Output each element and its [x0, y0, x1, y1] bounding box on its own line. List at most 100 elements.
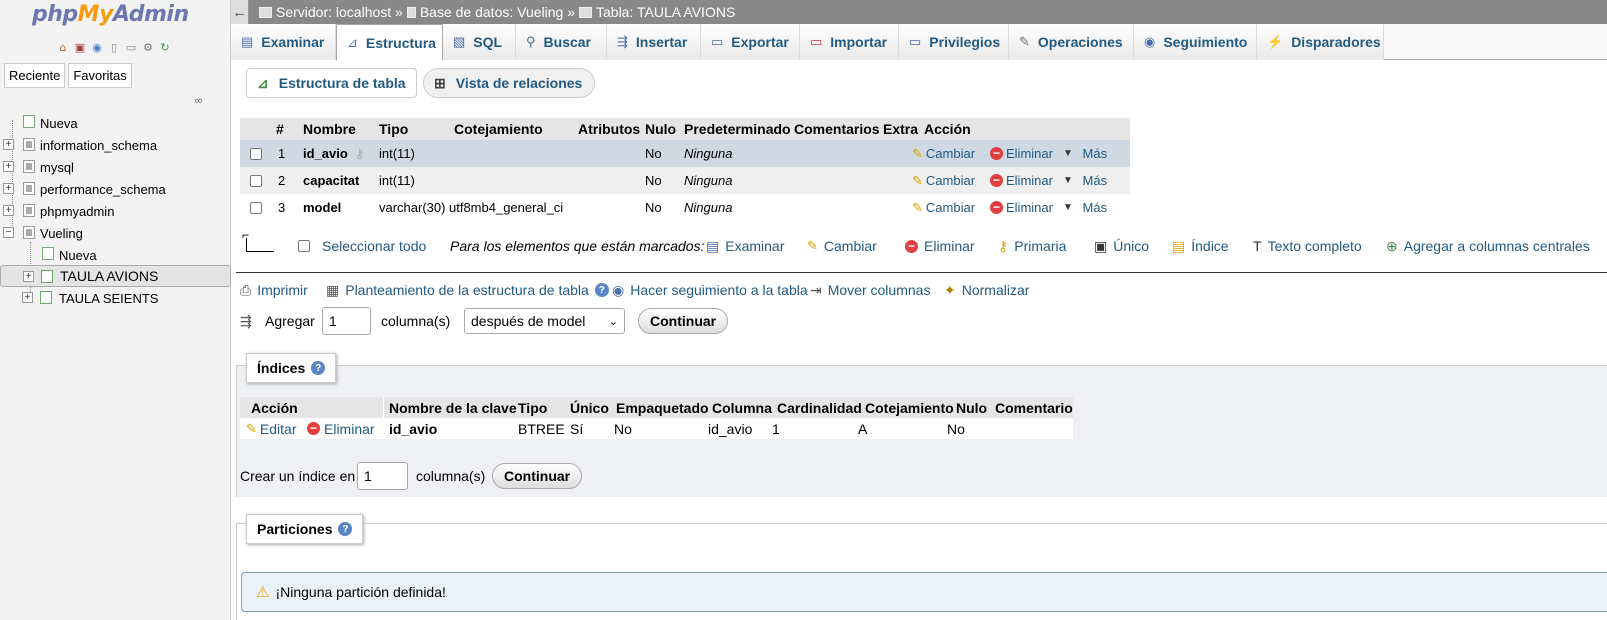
drop-button[interactable]: − Eliminar — [990, 194, 1053, 221]
index-drop-button[interactable]: − Eliminar — [307, 418, 375, 439]
idx-header-action: Acción — [251, 399, 298, 416]
tree-item-new-database[interactable]: Nueva — [0, 112, 231, 134]
normalize-link[interactable]: ✦ Normalizar — [944, 278, 1029, 302]
help-icon[interactable]: ? — [338, 522, 353, 536]
expand-icon[interactable]: + — [22, 292, 33, 303]
recent-button[interactable]: Reciente — [4, 63, 66, 88]
link-with-main-panel-icon[interactable]: ∞ — [194, 94, 203, 107]
collapse-icon[interactable]: − — [3, 227, 14, 238]
create-index-count-input[interactable]: 1 — [357, 462, 408, 490]
expand-icon[interactable]: + — [3, 161, 14, 172]
tab-triggers[interactable]: ⚡ Disparadores — [1257, 24, 1384, 60]
row-checkbox[interactable] — [250, 147, 262, 160]
tab-sql[interactable]: ▧ SQL — [443, 24, 516, 60]
add-column-continue-button[interactable]: Continuar — [638, 308, 729, 334]
header-name[interactable]: Nombre — [303, 118, 356, 140]
tab-tracking[interactable]: ◉ Seguimiento — [1134, 24, 1257, 60]
index-edit-button[interactable]: ✎ Editar — [246, 418, 296, 439]
add-column-count-input[interactable]: 1 — [322, 307, 371, 335]
tree-item-mysql[interactable]: + mysql — [0, 156, 231, 178]
home-icon[interactable]: ⌂ — [56, 40, 70, 54]
select-all-checkbox[interactable] — [298, 240, 310, 252]
expand-icon[interactable]: + — [23, 271, 34, 282]
tab-operations[interactable]: ✎ Operaciones — [1009, 24, 1134, 60]
more-button[interactable]: ▼ Más — [1063, 140, 1107, 167]
bulk-fulltext-button[interactable]: T Texto completo — [1253, 232, 1362, 260]
breadcrumb-server[interactable]: Servidor: localhost » — [276, 4, 403, 20]
row-checkbox[interactable] — [250, 174, 262, 187]
chevron-down-icon: ▼ — [1063, 148, 1073, 159]
tree-item-taula-seients[interactable]: + TAULA SEIENTS — [0, 287, 231, 309]
tree-item-phpmyadmin[interactable]: + phpmyadmin — [0, 200, 231, 222]
help-icon[interactable]: ◉ — [90, 40, 104, 54]
breadcrumb-table[interactable]: Tabla: TAULA AVIONS — [596, 4, 735, 20]
track-table-link[interactable]: ◉ Hacer seguimiento a la tabla — [612, 278, 808, 302]
header-null[interactable]: Nulo — [645, 118, 676, 140]
tree-item-performance-schema[interactable]: + performance_schema — [0, 178, 231, 200]
row-num: 1 — [278, 146, 286, 161]
subtab-relation-view[interactable]: ⊞ Vista de relaciones — [423, 68, 595, 98]
favorites-button[interactable]: Favoritas — [68, 63, 132, 88]
tab-browse[interactable]: ▤ Examinar — [231, 24, 336, 60]
tab-privileges[interactable]: ▭ Privilegios — [899, 24, 1009, 60]
table-row[interactable]: 1 id_avio ⚷ int(11) No Ninguna ✎ Cambiar … — [240, 140, 1130, 167]
table-row[interactable]: 2 capacitat int(11) No Ninguna ✎ Cambiar … — [240, 167, 1130, 194]
header-type[interactable]: Tipo — [379, 118, 408, 140]
more-button[interactable]: ▼ Más — [1063, 167, 1107, 194]
settings-icon[interactable]: ⚙ — [141, 40, 155, 54]
bulk-unique-button[interactable]: ▣ Único — [1094, 232, 1149, 260]
subtab-table-structure[interactable]: ⊿ Estructura de tabla — [246, 68, 417, 98]
phpmyadmin-logo[interactable]: phpMyAdmin — [32, 2, 189, 27]
bulk-browse-button[interactable]: ▤ Examinar — [706, 232, 784, 260]
header-attributes[interactable]: Atributos — [578, 118, 640, 140]
change-button[interactable]: ✎ Cambiar — [912, 194, 975, 221]
tree-item-taula-avions[interactable]: + TAULA AVIONS — [0, 265, 231, 287]
header-collation[interactable]: Cotejamiento — [454, 118, 543, 140]
tree-item-information-schema[interactable]: + information_schema — [0, 134, 231, 156]
tab-insert[interactable]: ⇶ Insertar — [607, 24, 701, 60]
select-all-label[interactable]: Seleccionar todo — [322, 232, 426, 260]
change-button[interactable]: ✎ Cambiar — [912, 167, 975, 194]
help-icon[interactable]: ? — [311, 361, 326, 375]
tree-item-vueling[interactable]: − Vueling — [0, 222, 231, 244]
row-checkbox[interactable] — [250, 201, 262, 214]
drop-button[interactable]: − Eliminar — [990, 167, 1053, 194]
header-comments[interactable]: Comentarios — [794, 118, 880, 140]
expand-icon[interactable]: + — [3, 183, 14, 194]
reload-icon[interactable]: ↻ — [158, 40, 172, 54]
copy-icon[interactable]: ▭ — [124, 40, 138, 54]
print-link[interactable]: ⎙ Imprimir — [240, 278, 308, 302]
breadcrumb-database[interactable]: Base de datos: Vueling » — [420, 4, 575, 20]
expand-icon[interactable]: + — [3, 139, 14, 150]
column-type: int(11) — [379, 173, 415, 188]
partitions-title: Particiones — [257, 521, 333, 537]
change-button[interactable]: ✎ Cambiar — [912, 140, 975, 167]
collapse-nav-button[interactable]: ← — [231, 0, 249, 24]
tab-import[interactable]: ▭ Importar — [800, 24, 899, 60]
header-extra[interactable]: Extra — [883, 118, 918, 140]
create-index-continue-button[interactable]: Continuar — [492, 463, 583, 489]
add-column-position-select[interactable]: después de model ⌄ — [464, 308, 625, 334]
help-icon[interactable]: ? — [594, 283, 609, 297]
bulk-index-button[interactable]: ▤ Índice — [1172, 232, 1229, 260]
exit-icon[interactable]: ▣ — [73, 40, 87, 54]
change-label: Cambiar — [925, 173, 976, 188]
indexes-table-header: Acción Nombre de la clave Tipo Único Emp… — [240, 397, 1073, 418]
docs-icon[interactable]: ▯ — [107, 40, 121, 54]
bulk-drop-button[interactable]: − Eliminar — [905, 232, 975, 260]
pencil-icon: ✎ — [912, 172, 923, 188]
move-columns-link[interactable]: ⇥ Mover columnas — [810, 278, 930, 302]
tree-item-new-table[interactable]: Nueva — [0, 244, 231, 266]
tab-structure[interactable]: ⊿ Estructura — [336, 24, 443, 61]
bulk-change-button[interactable]: ✎ Cambiar — [807, 232, 877, 260]
tab-export[interactable]: ▭ Exportar — [701, 24, 800, 60]
more-button[interactable]: ▼ Más — [1063, 194, 1107, 221]
bulk-central-columns-button[interactable]: ⊕ Agregar a columnas centrales — [1386, 232, 1590, 260]
propose-structure-link[interactable]: ▦ Planteamiento de la estructura de tabla… — [326, 278, 609, 302]
bulk-primary-button[interactable]: ⚷ Primaria — [998, 232, 1066, 260]
table-row[interactable]: 3 model varchar(30) utf8mb4_general_ci N… — [240, 194, 1130, 221]
expand-icon[interactable]: + — [3, 205, 14, 216]
tab-search[interactable]: ⚲ Buscar — [516, 24, 607, 60]
drop-button[interactable]: − Eliminar — [990, 140, 1053, 167]
header-default[interactable]: Predeterminado — [684, 118, 791, 140]
